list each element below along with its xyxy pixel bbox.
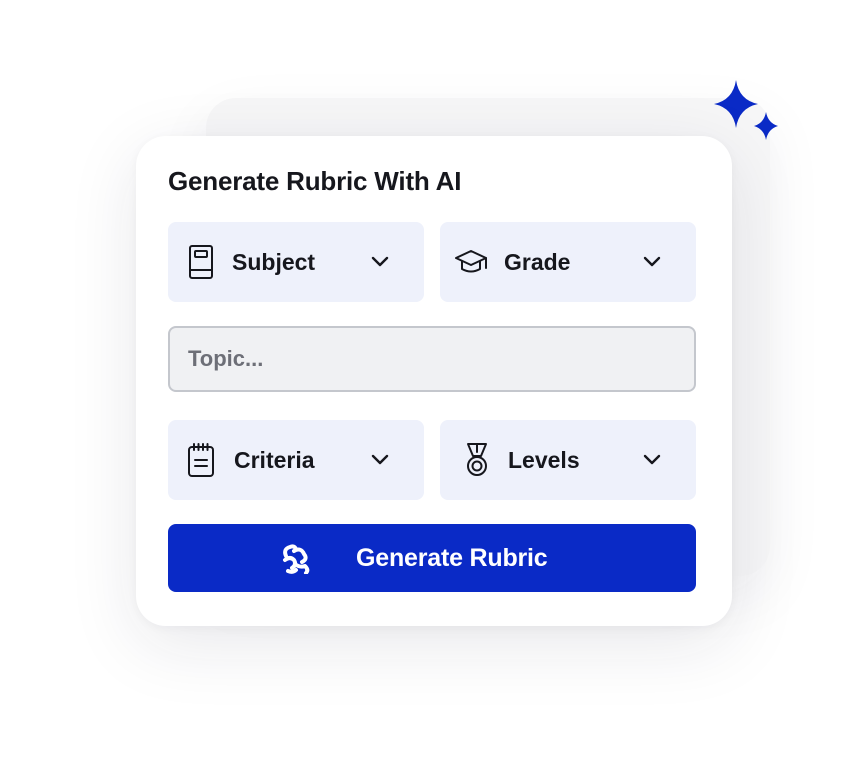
brain-icon [283, 544, 310, 574]
topic-input[interactable] [168, 326, 696, 392]
notepad-icon [188, 443, 214, 477]
chevron-down-icon [643, 256, 661, 267]
criteria-select[interactable]: Criteria [168, 420, 424, 500]
graduation-cap-icon [455, 250, 487, 273]
chevron-down-icon [643, 454, 661, 465]
subject-select-label: Subject [232, 249, 316, 275]
chevron-down-icon [371, 256, 389, 267]
levels-select[interactable]: Levels [440, 420, 696, 500]
card-title: Generate Rubric With AI [168, 166, 462, 196]
grade-select-label: Grade [504, 249, 571, 275]
medal-icon [467, 443, 487, 476]
book-icon [189, 245, 213, 279]
grade-select[interactable]: Grade [440, 222, 696, 302]
levels-select-label: Levels [508, 447, 580, 473]
chevron-down-icon [371, 454, 389, 465]
criteria-select-label: Criteria [234, 447, 315, 473]
subject-select[interactable]: Subject [168, 222, 424, 302]
generate-rubric-label: Generate Rubric [356, 544, 548, 572]
generate-rubric-button[interactable]: Generate Rubric [168, 524, 696, 592]
sparkles-icon [714, 80, 778, 140]
rubric-generator-card: Generate Rubric With AI Subject Grade To… [136, 136, 732, 626]
